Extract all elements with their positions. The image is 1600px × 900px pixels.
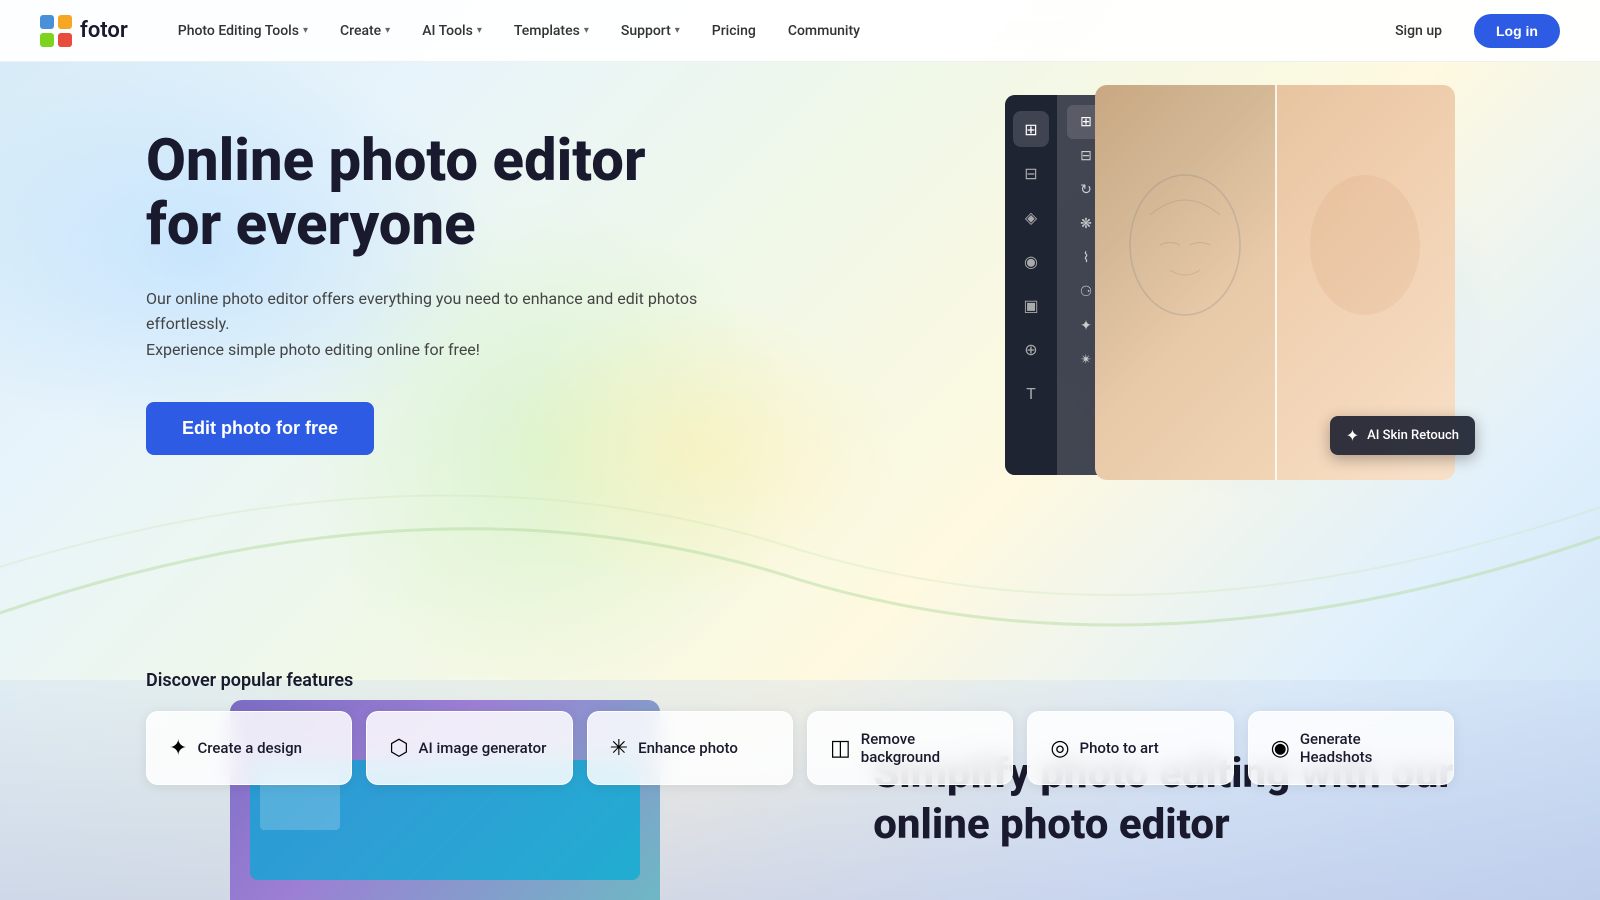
remove-bg-icon: ◫ (830, 736, 851, 761)
nav-photo-editing-tools[interactable]: Photo Editing Tools ▾ (164, 15, 322, 47)
headshots-icon: ◉ (1271, 736, 1290, 761)
hero-section: fotor Photo Editing Tools ▾ Create ▾ AI … (0, 0, 1600, 900)
nav-items: Photo Editing Tools ▾ Create ▾ AI Tools … (164, 15, 1379, 47)
chevron-down-icon: ▾ (477, 25, 482, 36)
panel-sidebar: ⊞ ⊟ ◈ ◉ ▣ ⊕ T (1005, 95, 1057, 475)
chevron-down-icon: ▾ (584, 25, 589, 36)
panel-group-icon[interactable]: ⊕ (1013, 331, 1049, 367)
nav-community[interactable]: Community (774, 15, 874, 47)
resize-icon: ⊟ (1077, 148, 1095, 164)
nav-pricing[interactable]: Pricing (698, 15, 770, 47)
features-grid: ✦ Create a design ⬡ AI image generator ✳… (146, 711, 1454, 785)
photo-divider (1275, 85, 1277, 480)
navigation: fotor Photo Editing Tools ▾ Create ▾ AI … (0, 0, 1600, 62)
hero-preview: ⊞ ⊟ ◈ ◉ ▣ ⊕ T ⊞ Crop ⊟ Resize ↻ R (1005, 85, 1455, 485)
hero-subtitle: Our online photo editor offers everythin… (146, 286, 706, 363)
feature-ai-image-generator[interactable]: ⬡ AI image generator (366, 711, 572, 785)
nav-right: Sign up Log in (1379, 14, 1560, 48)
reshape-icon: ⌇ (1077, 250, 1095, 266)
chevron-down-icon: ▾ (385, 25, 390, 36)
signup-button[interactable]: Sign up (1379, 15, 1458, 47)
panel-eye-icon[interactable]: ◉ (1013, 243, 1049, 279)
nav-create[interactable]: Create ▾ (326, 15, 404, 47)
nav-templates[interactable]: Templates ▾ (500, 15, 603, 47)
ai-skin-retouch-badge: ✦ AI Skin Retouch (1330, 416, 1475, 455)
chevron-down-icon: ▾ (303, 25, 308, 36)
crop-icon: ⊞ (1077, 114, 1095, 130)
nav-support[interactable]: Support ▾ (607, 15, 694, 47)
create-design-icon: ✦ (169, 736, 187, 761)
magic-remove-icon: ✴ (1077, 352, 1095, 368)
feature-photo-to-art[interactable]: ◎ Photo to art (1027, 711, 1233, 785)
features-title: Discover popular features (146, 670, 1454, 691)
logo-text: fotor (80, 18, 128, 43)
hero-content: Online photo editor for everyone Our onl… (146, 130, 706, 455)
feature-remove-background[interactable]: ◫ Remove background (807, 711, 1013, 785)
photo-sketch-overlay (1095, 85, 1275, 480)
feature-generate-headshots[interactable]: ◉ Generate Headshots (1248, 711, 1454, 785)
feature-create-design[interactable]: ✦ Create a design (146, 711, 352, 785)
logo[interactable]: fotor (40, 15, 128, 47)
panel-frame-icon[interactable]: ▣ (1013, 287, 1049, 323)
panel-beauty-icon[interactable]: ◈ (1013, 199, 1049, 235)
blush-icon: ❋ (1077, 216, 1095, 232)
fotor-logo-icon (40, 15, 72, 47)
login-button[interactable]: Log in (1474, 14, 1560, 48)
edit-photo-button[interactable]: Edit photo for free (146, 402, 374, 455)
teeth-icon: ⚆ (1077, 284, 1095, 300)
hero-title: Online photo editor for everyone (146, 130, 706, 258)
nav-ai-tools[interactable]: AI Tools ▾ (408, 15, 496, 47)
photo-left-half (1095, 85, 1275, 480)
photo-to-art-icon: ◎ (1050, 736, 1069, 761)
chevron-down-icon: ▾ (675, 25, 680, 36)
panel-adjust-icon[interactable]: ⊟ (1013, 155, 1049, 191)
effects-icon: ✦ (1077, 318, 1095, 334)
panel-text-icon[interactable]: T (1013, 375, 1049, 411)
features-section: Discover popular features ✦ Create a des… (146, 670, 1454, 785)
panel-grid-icon[interactable]: ⊞ (1013, 111, 1049, 147)
enhance-photo-icon: ✳ (610, 736, 628, 761)
feature-enhance-photo[interactable]: ✳ Enhance photo (587, 711, 793, 785)
rotate-icon: ↻ (1077, 182, 1095, 198)
ai-image-icon: ⬡ (389, 736, 408, 761)
ai-badge-icon: ✦ (1346, 426, 1359, 445)
